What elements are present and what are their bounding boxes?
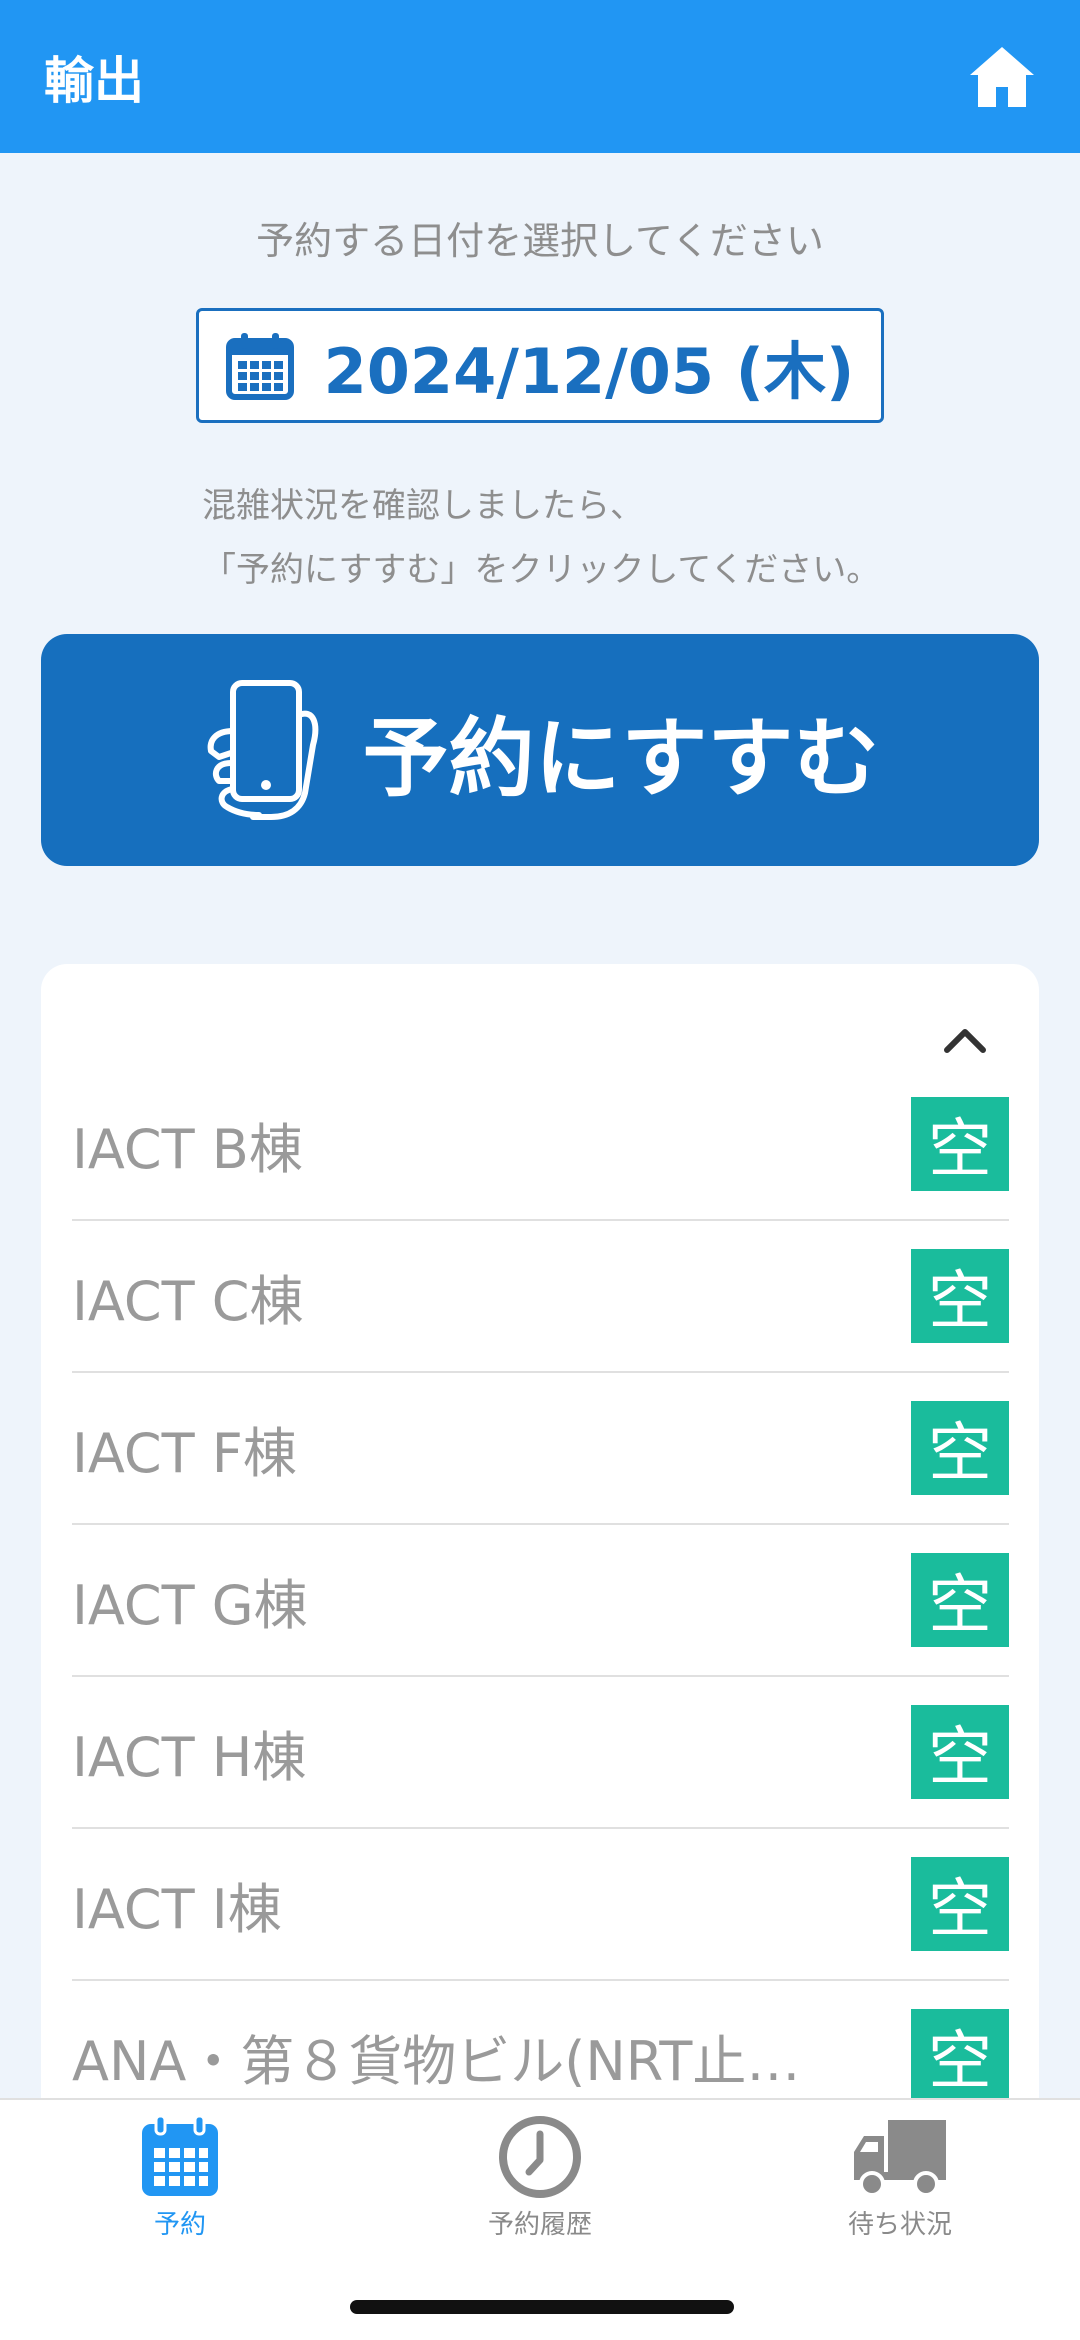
instruction-line: 混雑状況を確認しましたら、 <box>202 486 644 526</box>
home-icon[interactable] <box>966 41 1038 113</box>
warehouse-name: IACT F棟 <box>72 1421 297 1485</box>
list-item[interactable]: IACT I棟 空 <box>72 1829 1009 1981</box>
proceed-to-reservation-button[interactable]: 予約にすすむ <box>41 634 1039 866</box>
tab-label: 予約履歴 <box>487 2210 592 2240</box>
status-badge: 空 <box>911 1249 1009 1343</box>
calendar-icon <box>225 332 294 400</box>
tab-reservation-history[interactable]: 予約履歴 <box>440 2114 640 2241</box>
clock-icon <box>499 2116 581 2198</box>
warehouse-name: ANA・第８貨物ビル(NRT止… <box>72 2029 801 2093</box>
status-badge: 空 <box>911 1553 1009 1647</box>
warehouse-name: IACT B棟 <box>72 1117 303 1181</box>
tab-label: 待ち状況 <box>847 2210 952 2240</box>
instruction-line: 「予約にすすむ」をクリックしてください。 <box>202 550 881 590</box>
status-badge: 空 <box>911 2009 1009 2103</box>
list-item[interactable]: IACT F棟 空 <box>72 1373 1009 1525</box>
page-title: 輸出 <box>44 51 144 110</box>
status-badge: 空 <box>911 1097 1009 1191</box>
chevron-up-icon[interactable] <box>943 1022 987 1056</box>
warehouse-name: IACT C棟 <box>72 1269 304 1333</box>
phone-in-hand-icon <box>207 680 318 820</box>
date-picker[interactable]: 2024/12/05 (木) <box>196 308 884 423</box>
truck-icon <box>854 2120 946 2197</box>
warehouse-list: IACT B棟 空 IACT C棟 空 IACT F棟 空 IACT G棟 空 … <box>72 1069 1009 2133</box>
selected-date: 2024/12/05 (木) <box>323 334 855 408</box>
warehouse-name: IACT I棟 <box>72 1877 282 1941</box>
status-badge: 空 <box>911 1857 1009 1951</box>
tab-waiting-status[interactable]: 待ち状況 <box>800 2114 1000 2241</box>
warehouse-name: IACT H棟 <box>72 1725 307 1789</box>
warehouse-name: IACT G棟 <box>72 1573 308 1637</box>
instructions: 混雑状況を確認しましたら、 「予約にすすむ」をクリックしてください。 <box>202 474 880 602</box>
list-item[interactable]: IACT H棟 空 <box>72 1677 1009 1829</box>
tab-reservation[interactable]: 予約 <box>80 2114 280 2241</box>
home-indicator[interactable] <box>350 2300 734 2314</box>
app-header: 輸出 <box>0 0 1080 153</box>
list-item[interactable]: IACT G棟 空 <box>72 1525 1009 1677</box>
tab-label: 予約 <box>153 2210 206 2240</box>
status-badge: 空 <box>911 1401 1009 1495</box>
proceed-label: 予約にすすむ <box>362 708 880 809</box>
calendar-icon <box>142 2114 218 2196</box>
warehouse-status-card: IACT B棟 空 IACT C棟 空 IACT F棟 空 IACT G棟 空 … <box>41 964 1039 2164</box>
status-badge: 空 <box>911 1705 1009 1799</box>
date-prompt: 予約する日付を選択してください <box>256 219 824 263</box>
list-item[interactable]: IACT C棟 空 <box>72 1221 1009 1373</box>
list-item[interactable]: IACT B棟 空 <box>72 1069 1009 1221</box>
